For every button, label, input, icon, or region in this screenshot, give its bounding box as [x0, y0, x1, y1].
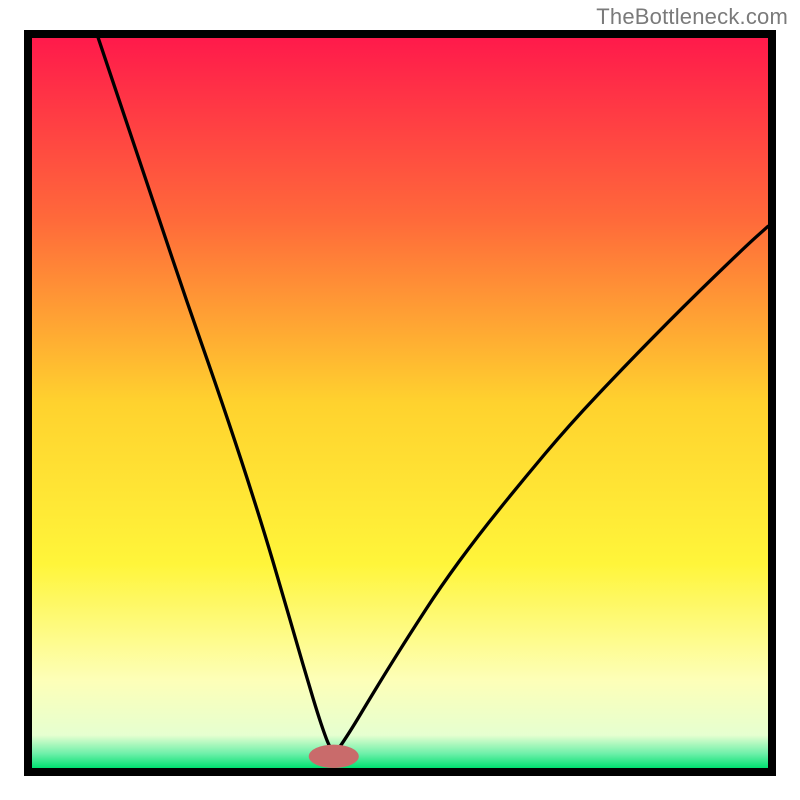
page-root: TheBottleneck.com — [0, 0, 800, 800]
bottleneck-curve-chart — [32, 38, 768, 768]
chart-frame — [24, 30, 776, 776]
chart-background-gradient — [32, 38, 768, 768]
minimum-marker — [309, 745, 359, 768]
chart-plot-area — [32, 38, 768, 768]
watermark-text: TheBottleneck.com — [596, 4, 788, 30]
